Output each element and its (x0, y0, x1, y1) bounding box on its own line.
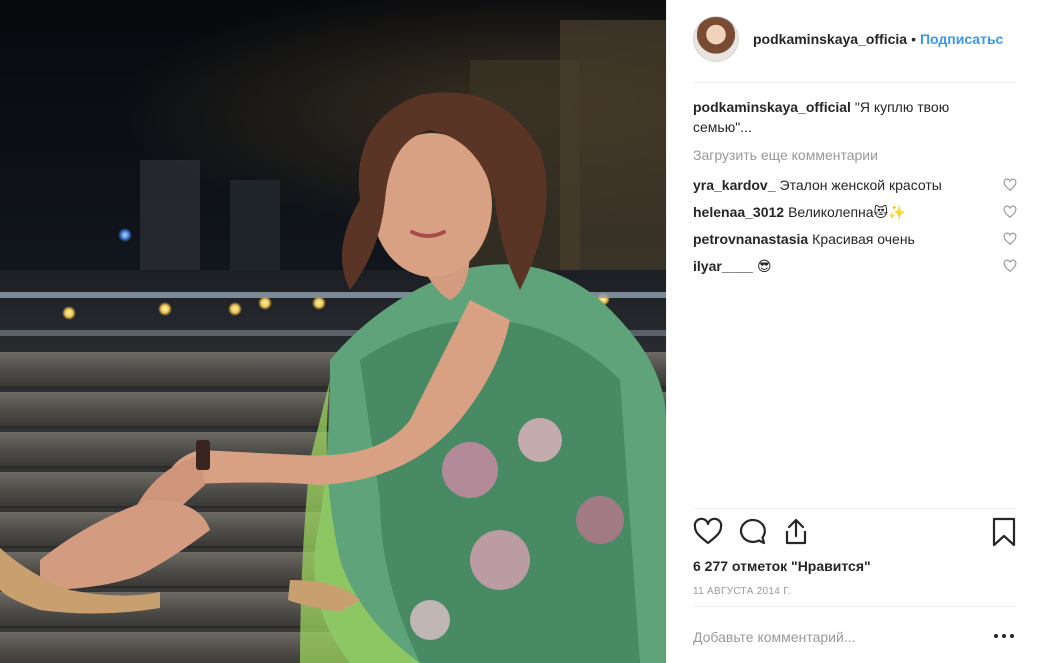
woman-figure (0, 92, 666, 663)
post-caption: podkaminskaya_official "Я куплю твою сем… (693, 97, 993, 137)
post-date: 11 АВГУСТА 2014 Г. (693, 586, 791, 597)
instagram-post: podkaminskaya_officia • Подписатьс podka… (0, 0, 1039, 663)
add-comment-input[interactable] (693, 625, 983, 649)
post-header: podkaminskaya_officia • Подписатьс (693, 16, 1018, 62)
caption-username[interactable]: podkaminskaya_official (693, 99, 851, 115)
separator-dot: • (911, 31, 916, 47)
post-sidebar: podkaminskaya_officia • Подписатьс podka… (666, 0, 1039, 663)
divider (693, 82, 1015, 83)
avatar[interactable] (693, 16, 739, 62)
comment-text: 😎 (756, 258, 772, 274)
author-username[interactable]: podkaminskaya_officia (753, 31, 907, 47)
comment-item: helenaa_3012 Великолепна😻✨ (693, 203, 1017, 230)
load-more-comments-button[interactable]: Загрузить еще комментарии (693, 147, 878, 163)
comment-username[interactable]: petrovnanastasia (693, 230, 808, 248)
divider (693, 606, 1015, 607)
heart-outline-icon[interactable] (1003, 178, 1017, 192)
comment-item: ilyar____ 😎 (693, 257, 1017, 284)
heart-outline-icon[interactable] (1003, 205, 1017, 219)
more-options-icon[interactable] (993, 629, 1015, 643)
comment-text: Красивая очень (812, 231, 915, 247)
heart-outline-icon[interactable] (1003, 259, 1017, 273)
comment-username[interactable]: ilyar____ (693, 257, 753, 275)
follow-button[interactable]: Подписатьс (920, 31, 1003, 47)
comment-bubble-icon[interactable] (737, 516, 767, 548)
likes-count[interactable]: 6 277 отметок "Нравится" (693, 558, 871, 574)
comment-item: petrovnanastasia Красивая очень (693, 230, 1017, 257)
share-icon[interactable] (781, 516, 811, 548)
post-photo[interactable] (0, 0, 666, 663)
action-bar (693, 516, 1017, 552)
comment-text: Великолепна😻✨ (788, 204, 906, 220)
comments-list: yra_kardov_ Эталон женской красоты helen… (693, 176, 1017, 284)
comment-username[interactable]: helenaa_3012 (693, 203, 784, 221)
divider (693, 508, 1015, 509)
heart-outline-icon[interactable] (1003, 232, 1017, 246)
comment-username[interactable]: yra_kardov_ (693, 176, 776, 194)
comment-item: yra_kardov_ Эталон женской красоты (693, 176, 1017, 203)
heart-icon[interactable] (693, 516, 723, 548)
comment-text: Эталон женской красоты (779, 177, 942, 193)
bookmark-icon[interactable] (989, 516, 1019, 548)
